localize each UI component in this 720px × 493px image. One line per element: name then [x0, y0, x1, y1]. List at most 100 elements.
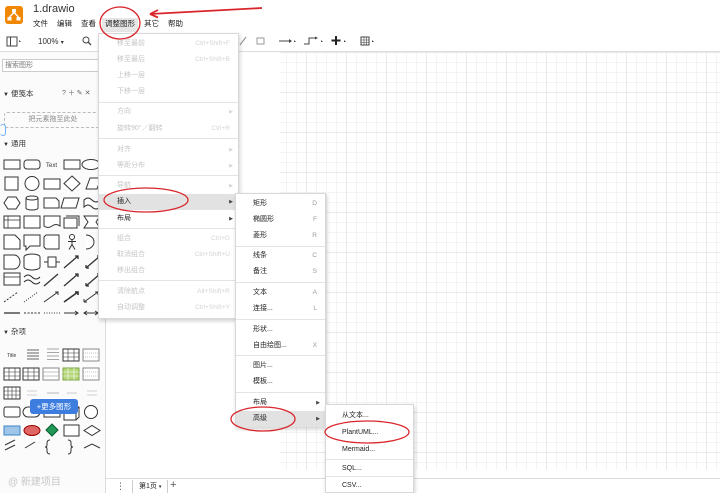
grid-table-shape-2[interactable]: [22, 367, 40, 381]
more-shapes-button[interactable]: +更多图形: [30, 399, 78, 414]
process-shape[interactable]: [43, 178, 61, 190]
wave-shape[interactable]: [23, 274, 41, 285]
thin-double-arrow-shape[interactable]: [83, 291, 99, 303]
arrange-menu-item[interactable]: 自动调整 Ctrl+Shift+Y: [99, 300, 238, 316]
advanced-menu-item[interactable]: 从文本...: [326, 408, 413, 424]
advanced-menu-item[interactable]: PlantUML...: [326, 425, 413, 441]
actor-shape[interactable]: [68, 234, 76, 250]
zigzag-shape[interactable]: [4, 439, 16, 451]
arrange-menu-item[interactable]: 上移一层: [99, 68, 238, 84]
thin-arrow-shape[interactable]: [43, 291, 59, 303]
scratchpad-controls[interactable]: ? ＋ ✎ ✕: [62, 88, 90, 100]
document-title[interactable]: 1.drawio: [33, 3, 75, 15]
green-table-shape[interactable]: [62, 367, 80, 381]
insert-menu-item[interactable]: 图片...: [236, 358, 325, 374]
arrange-menu-item[interactable]: 取消组合 Ctrl+Shift+U: [99, 247, 238, 263]
arrange-menu-item[interactable]: 移出组合: [99, 263, 238, 279]
scratchpad-drop-zone[interactable]: 把元素拖至此处: [4, 112, 102, 128]
table-shape[interactable]: [62, 348, 80, 362]
list-lines-shape-2[interactable]: [47, 348, 59, 360]
left-brace-shape[interactable]: [44, 439, 51, 455]
right-brace-shape[interactable]: [67, 439, 74, 455]
green-diamond-shape[interactable]: [45, 423, 59, 437]
arrow-diagonal-shape[interactable]: [63, 255, 79, 269]
zoom-in-icon[interactable]: [82, 36, 92, 49]
arrange-menu-item[interactable]: 方向 ▶: [99, 104, 238, 120]
table-icon[interactable]: [360, 36, 378, 49]
advanced-menu-item[interactable]: SQL...: [326, 461, 413, 477]
red-cloud-shape[interactable]: [23, 425, 41, 436]
table-shape-2[interactable]: [82, 348, 100, 362]
arrange-menu-item[interactable]: 对齐 ▶: [99, 142, 238, 158]
dotted-line-shape[interactable]: [23, 291, 39, 303]
insert-plus-icon[interactable]: [331, 35, 349, 49]
insert-menu-item[interactable]: 椭圆形 F: [236, 212, 325, 228]
waypoints-icon[interactable]: [303, 36, 325, 49]
cylinder-shape[interactable]: [25, 195, 39, 211]
note-shape[interactable]: [43, 197, 60, 209]
line-diagonal-shape[interactable]: [43, 273, 59, 287]
insert-menu-item[interactable]: 文本 A: [236, 285, 325, 301]
moon-shape[interactable]: [85, 234, 95, 250]
advanced-menu-item[interactable]: CSV...: [326, 478, 413, 493]
connection-style-icon[interactable]: [278, 36, 298, 49]
or-shape[interactable]: [44, 256, 60, 268]
callout-shape[interactable]: [23, 234, 41, 252]
page-tab[interactable]: 第1页 ▾: [132, 480, 169, 493]
manual-input-shape[interactable]: [63, 215, 80, 229]
striped-table-shape[interactable]: [42, 367, 60, 381]
arrange-menu-item[interactable]: 旋转90°／翻转 Ctrl+R: [99, 121, 238, 137]
bold-arrow-shape[interactable]: [63, 291, 79, 303]
insert-menu-item[interactable]: 模板...: [236, 374, 325, 390]
arrange-menu-item[interactable]: 清除航点 Alt+Shift+R: [99, 284, 238, 300]
page-menu-icon[interactable]: ⋮: [116, 480, 125, 492]
rounded-rectangle-shape[interactable]: [23, 159, 41, 170]
list-lines-shape[interactable]: [27, 349, 39, 360]
slash-shape[interactable]: [24, 441, 36, 449]
arrange-menu-item[interactable]: 组合 Ctrl+G: [99, 231, 238, 247]
insert-menu-item[interactable]: 菱形 R: [236, 228, 325, 244]
menu-edit[interactable]: 编辑: [54, 18, 75, 32]
card-corner-shape[interactable]: [3, 234, 21, 250]
advanced-menu-item[interactable]: Mermaid...: [326, 442, 413, 458]
chevron-shape[interactable]: [83, 443, 101, 449]
rounded-box-shape[interactable]: [3, 406, 21, 418]
link-text-shape[interactable]: [27, 390, 37, 396]
arrange-menu-item[interactable]: 下移一层: [99, 84, 238, 100]
insert-menu-item[interactable]: 高级 ▶: [236, 411, 325, 427]
text-shape[interactable]: Text: [46, 163, 57, 169]
menu-view[interactable]: 查看: [78, 18, 99, 32]
frame-shape[interactable]: [63, 424, 80, 437]
data-storage-shape[interactable]: [23, 253, 41, 271]
grid-table-shape[interactable]: [3, 367, 21, 381]
trapezoid-shape[interactable]: [43, 234, 60, 250]
zoom-level[interactable]: 100% ▾: [38, 37, 64, 48]
general-section-header[interactable]: ▼ 通用: [0, 138, 105, 150]
general-shapes-palette[interactable]: Text: [2, 156, 104, 316]
blue-box-shape[interactable]: [3, 425, 21, 436]
add-page-icon[interactable]: +: [170, 479, 176, 492]
dashed-line-shape[interactable]: [3, 291, 19, 303]
label-shape-2[interactable]: [87, 390, 97, 396]
chevron-down-icon[interactable]: ▾: [159, 484, 162, 490]
insert-menu-item[interactable]: 连接... L: [236, 301, 325, 317]
insert-menu-item[interactable]: 矩形 D: [236, 196, 325, 212]
circle-shape[interactable]: [24, 176, 40, 191]
diamond-shape[interactable]: [63, 175, 81, 192]
dashed-table-shape[interactable]: [82, 367, 100, 381]
arrange-menu-item[interactable]: 移至最前 Ctrl+Shift+F: [99, 36, 238, 52]
arrange-menu-item[interactable]: 移至最后 Ctrl+Shift+B: [99, 52, 238, 68]
arrow-shape-2[interactable]: [63, 273, 79, 287]
document-shape[interactable]: [43, 215, 61, 228]
menu-file[interactable]: 文件: [30, 18, 51, 32]
rectangle-shape[interactable]: [3, 159, 21, 170]
line-color-icon[interactable]: [239, 36, 247, 49]
arrange-menu-item[interactable]: 布局 ▶: [99, 211, 238, 227]
insert-menu-item[interactable]: 自由绘图... X: [236, 338, 325, 354]
sidebar-toggle-icon[interactable]: [6, 36, 22, 50]
menu-help[interactable]: 帮助: [165, 18, 186, 32]
arrange-menu-item[interactable]: 插入 ▶: [99, 194, 238, 210]
circle-shape-2[interactable]: [84, 405, 98, 419]
square-shape[interactable]: [4, 176, 19, 191]
arrange-menu-item[interactable]: 等距分布 ▶: [99, 158, 238, 174]
